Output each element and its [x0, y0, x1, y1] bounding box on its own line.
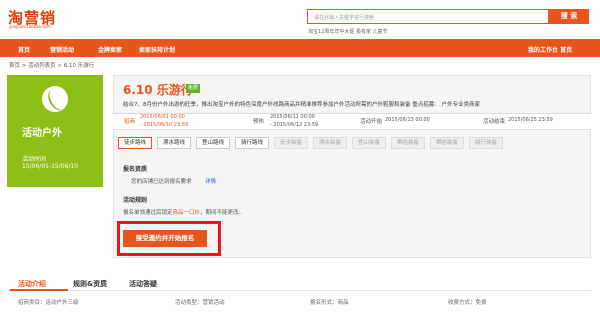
- route-tab[interactable]: 攀岩装备: [430, 137, 464, 149]
- route-tab[interactable]: 登山装备: [352, 137, 386, 149]
- stage-date-start: 2015/06/13 00:00: [385, 117, 430, 123]
- info-form-label: 报名形式：: [310, 300, 338, 306]
- hero-time: 15/06/01-15/06/10: [22, 163, 79, 170]
- activity-description: 结合7、8月份户外出游的旺季，推出淘宝户外的特色深度户外线路商品并精准推荐参加户…: [123, 102, 480, 108]
- info-category-value: 运动户外三级: [45, 300, 79, 306]
- stage-date-end: - 2015/06/10 23:59: [140, 122, 189, 128]
- qualification-detail-link[interactable]: 详情: [205, 177, 216, 185]
- rules-text-after: ，期间不能更改。: [200, 210, 245, 216]
- stage-date-end: - 2015/06/12 23:59: [270, 122, 319, 128]
- route-tab[interactable]: 徒步路线: [118, 137, 152, 149]
- info-type-label: 活动类型：: [175, 300, 203, 306]
- hot-search-words[interactable]: 淘宝12周年年中大促 极有家 儿童节: [308, 28, 388, 35]
- stage-date-start: 2015/06/01 00:00: [140, 114, 185, 120]
- info-form-value: 商品: [337, 300, 349, 306]
- rules-text-highlight: 商品一口价: [172, 210, 201, 216]
- breadcrumb[interactable]: 首页 > 活动列表页 > 6.10 乐游行: [9, 61, 94, 69]
- info-type-value: 营销活动: [202, 300, 225, 306]
- info-category-label: 招商类目：: [18, 300, 46, 306]
- nav-item-home[interactable]: 首页: [18, 45, 30, 54]
- rules-text: 报名单领通过后锁定商品一口价，期间不能更改。: [123, 208, 244, 216]
- rules-title: 活动规则: [123, 197, 148, 204]
- info-form: 报名形式：商品: [310, 298, 349, 306]
- info-fee: 收费方式：免费: [448, 298, 487, 306]
- nav-item-marketing[interactable]: 营销活动: [50, 45, 74, 54]
- main-navbar: [0, 39, 600, 57]
- stage-date-end: 2015/06/25 23:59: [508, 117, 553, 123]
- route-tab[interactable]: 溯水路线: [157, 137, 191, 149]
- stage-date-start: 2015/06/11 00:00: [270, 114, 315, 120]
- search-button[interactable]: 搜 索: [549, 9, 589, 24]
- nav-item-seller-support[interactable]: 卖家扶持计划: [139, 45, 175, 54]
- nav-workbench[interactable]: 我的工作台 首页: [528, 45, 572, 54]
- stage-label-recruit: 招商: [124, 119, 136, 125]
- activity-title: 6.10 乐游行: [123, 83, 193, 97]
- route-tab[interactable]: 登山路线: [196, 137, 230, 149]
- route-tab[interactable]: 徒步装备: [274, 137, 308, 149]
- tab-intro[interactable]: 活动介绍: [18, 279, 46, 289]
- route-tab[interactable]: 攀岩装备: [391, 137, 425, 149]
- route-tab[interactable]: 骑行装备: [469, 137, 503, 149]
- qualification-title: 报名资质: [123, 166, 148, 173]
- hero-title: 活动户外: [22, 128, 62, 139]
- qualification-text: 您的店铺已达到报名要求: [131, 179, 192, 185]
- route-tab[interactable]: 骑行路线: [235, 137, 269, 149]
- logo-subtitle: yingxiao.taobao.com: [9, 24, 51, 29]
- accept-invitation-button[interactable]: 接受邀约并开始报名: [123, 230, 207, 247]
- stage-label-warmup: 预热: [253, 119, 265, 125]
- free-badge: 免费: [186, 84, 201, 93]
- info-category: 招商类目：运动户外三级: [18, 298, 79, 306]
- info-fee-label: 收费方式：: [448, 300, 476, 306]
- stage-label-end: 活动结束: [483, 119, 506, 125]
- tab-rules[interactable]: 规则&资质: [73, 279, 107, 289]
- info-fee-value: 免费: [475, 300, 487, 306]
- hero-time-label: 活动时间: [22, 156, 47, 163]
- info-type: 活动类型：营销活动: [175, 298, 225, 306]
- rules-text-before: 报名单领通过后锁定: [123, 210, 173, 216]
- tab-faq[interactable]: 活动答疑: [129, 279, 157, 289]
- nav-item-gold-seller[interactable]: 金牌卖家: [98, 45, 122, 54]
- search-input[interactable]: 请在此输入关键字进行搜索: [307, 9, 549, 24]
- tab-active-indicator: [10, 289, 68, 291]
- route-tab[interactable]: 溯水装备: [313, 137, 347, 149]
- stage-label-start: 活动开始: [360, 119, 383, 125]
